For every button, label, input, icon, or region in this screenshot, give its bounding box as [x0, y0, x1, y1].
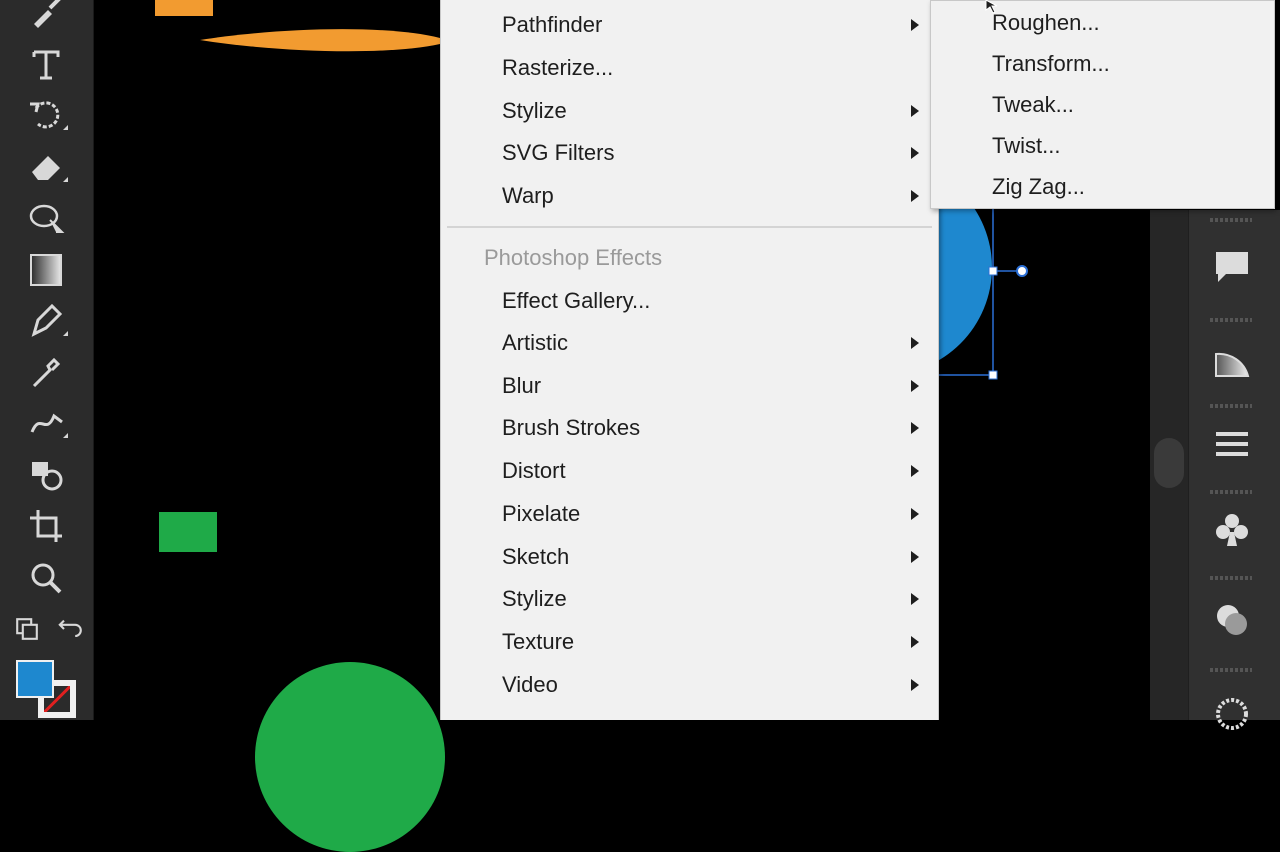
submenu-item-label: Roughen...	[992, 10, 1100, 35]
menu-item-label: Distort	[502, 458, 566, 483]
eraser-icon[interactable]	[20, 144, 72, 188]
tools-panel	[0, 0, 94, 720]
panel-grip[interactable]	[1210, 668, 1252, 672]
photoshop-effects-header: Photoshop Effects	[441, 238, 938, 278]
submenu-arrow-icon	[911, 679, 919, 691]
menu-item-label: Texture	[502, 629, 575, 654]
submenu-item-label: Zig Zag...	[992, 174, 1085, 199]
menu-item-stylize[interactable]: Stylize	[441, 91, 938, 131]
menu-item-label: Brush Strokes	[502, 415, 641, 440]
submenu-arrow-icon	[911, 19, 919, 31]
submenu-arrow-icon	[911, 380, 919, 392]
menu-item-label: Stylize	[502, 586, 567, 611]
mouse-cursor-icon	[985, 0, 998, 14]
menu-item-label: Rasterize...	[502, 55, 614, 80]
shape-builder-icon[interactable]	[20, 452, 72, 496]
fill-color-swatch[interactable]	[16, 660, 54, 698]
menu-item-warp[interactable]: Warp	[441, 176, 938, 216]
green-circle[interactable]	[255, 662, 445, 852]
menu-item-label: Stylize	[502, 98, 567, 123]
panel-grip[interactable]	[1210, 318, 1252, 322]
swap-colors-icon[interactable]	[54, 612, 88, 646]
blend-icon[interactable]	[20, 400, 72, 444]
menu-item-label: Warp	[502, 183, 554, 208]
menu-item-label: Blur	[502, 373, 542, 398]
comments-icon[interactable]	[1192, 236, 1272, 296]
submenu-item-tweak[interactable]: Tweak...	[931, 86, 1274, 124]
menu-item-label: Pixelate	[502, 501, 581, 526]
more-icon[interactable]	[1192, 680, 1272, 740]
appearance-icon[interactable]	[1192, 590, 1272, 650]
menu-item-blur[interactable]: Blur	[441, 366, 938, 406]
submenu-arrow-icon	[911, 551, 919, 563]
submenu-arrow-icon	[911, 190, 919, 202]
submenu-item-label: Transform...	[992, 51, 1110, 76]
menu-item-video[interactable]: Video	[441, 665, 938, 705]
section-header-label: Photoshop Effects	[484, 245, 663, 270]
panel-grip[interactable]	[1210, 404, 1252, 408]
submenu-item-roughen[interactable]: Roughen...	[931, 4, 1274, 42]
submenu-arrow-icon	[911, 465, 919, 477]
menu-item-label: Video	[502, 672, 558, 697]
menu-item-texture[interactable]: Texture	[441, 622, 938, 662]
zoom-icon[interactable]	[20, 556, 72, 600]
menu-item-svg-filters[interactable]: SVG Filters	[441, 133, 938, 173]
menu-item-sketch[interactable]: Sketch	[441, 537, 938, 577]
gradient-icon[interactable]	[20, 248, 72, 292]
panel-grip[interactable]	[1210, 218, 1252, 222]
panel-grip[interactable]	[1210, 576, 1252, 580]
menu-item-effect-gallery[interactable]: Effect Gallery...	[441, 281, 938, 321]
submenu-arrow-icon	[911, 147, 919, 159]
menu-item-stylize-ps[interactable]: Stylize	[441, 579, 938, 619]
artboard-icon[interactable]	[20, 504, 72, 548]
gradient-panel-icon[interactable]	[1192, 330, 1272, 390]
submenu-arrow-icon	[911, 508, 919, 520]
submenu-arrow-icon	[911, 593, 919, 605]
submenu-item-transform[interactable]: Transform...	[931, 45, 1274, 83]
orange-leaf-shape[interactable]	[195, 24, 445, 56]
menu-separator	[447, 226, 932, 228]
rotate-icon[interactable]	[20, 92, 72, 136]
lasso-icon[interactable]	[20, 196, 72, 240]
scrollbar-thumb[interactable]	[1154, 438, 1184, 488]
selection-bounding-box[interactable]	[930, 200, 1040, 385]
paintbrush-icon[interactable]	[20, 0, 72, 34]
menu-item-artistic[interactable]: Artistic	[441, 323, 938, 363]
eyedropper-icon[interactable]	[20, 350, 72, 394]
menu-item-label: Pathfinder	[502, 12, 603, 37]
menu-item-label: SVG Filters	[502, 140, 615, 165]
submenu-arrow-icon	[911, 337, 919, 349]
symbols-club-icon[interactable]	[1192, 500, 1272, 560]
submenu-item-twist[interactable]: Twist...	[931, 127, 1274, 165]
menu-item-distort[interactable]: Distort	[441, 451, 938, 491]
submenu-arrow-icon	[911, 422, 919, 434]
orange-rectangle[interactable]	[155, 0, 213, 16]
pen-icon[interactable]	[20, 298, 72, 342]
panel-grip[interactable]	[1210, 490, 1252, 494]
menu-item-rasterize[interactable]: Rasterize...	[441, 48, 938, 88]
menu-item-pathfinder[interactable]: Pathfinder	[441, 5, 938, 45]
green-square[interactable]	[159, 512, 217, 552]
default-colors-icon[interactable]	[10, 612, 44, 646]
submenu-item-zig-zag[interactable]: Zig Zag...	[931, 168, 1274, 206]
menu-item-brush-strokes[interactable]: Brush Strokes	[441, 408, 938, 448]
menu-item-label: Effect Gallery...	[502, 288, 651, 313]
type-icon[interactable]	[20, 42, 72, 86]
menu-item-label: Artistic	[502, 330, 568, 355]
submenu-item-label: Twist...	[992, 133, 1061, 158]
effect-menu: Pathfinder Rasterize... Stylize SVG Filt…	[440, 0, 939, 720]
submenu-arrow-icon	[911, 636, 919, 648]
submenu-item-label: Tweak...	[992, 92, 1074, 117]
menu-lines-icon[interactable]	[1192, 414, 1272, 474]
distort-transform-submenu: Roughen... Transform... Tweak... Twist..…	[930, 0, 1275, 209]
menu-item-label: Sketch	[502, 544, 570, 569]
submenu-arrow-icon	[911, 105, 919, 117]
menu-item-pixelate[interactable]: Pixelate	[441, 494, 938, 534]
